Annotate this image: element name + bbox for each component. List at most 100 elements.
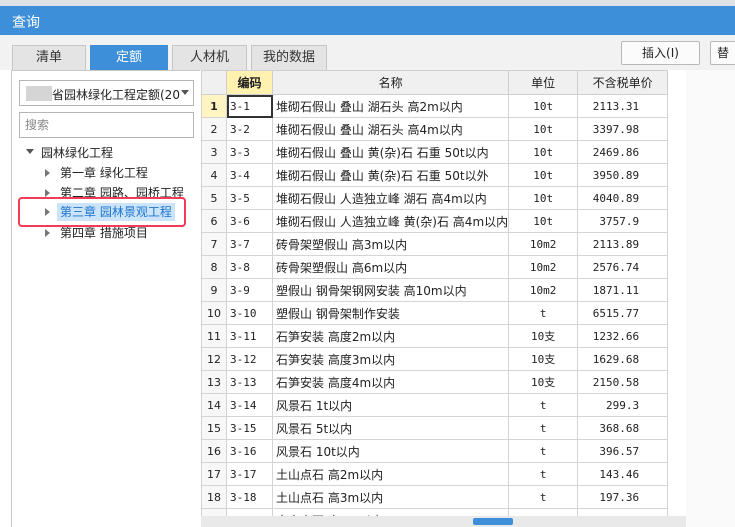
- table-row[interactable]: 3 3-3 堆砌石假山 叠山 黄(杂)石 石重 50t以内 10t 2469.86: [201, 140, 669, 164]
- row-number[interactable]: 11: [201, 324, 227, 348]
- table-row[interactable]: 1 3-1 堆砌石假山 叠山 湖石头 高2m以内 10t 2113.31: [201, 94, 669, 118]
- table-row[interactable]: 8 3-8 砖骨架塑假山 高6m以内 10m2 2576.74: [201, 255, 669, 279]
- cell-name[interactable]: 堆砌石假山 叠山 湖石头 高2m以内: [271, 94, 510, 118]
- cell-code[interactable]: 3-4: [226, 163, 273, 187]
- cell-name[interactable]: 塑假山 钢骨架钢网安装 高10m以内: [271, 278, 510, 302]
- table-row[interactable]: 16 3-16 风景石 10t以内 t 396.57: [201, 439, 669, 463]
- cell-code[interactable]: 3-16: [226, 439, 273, 463]
- cell-name[interactable]: 风景石 1t以内: [271, 393, 510, 417]
- cell-unit[interactable]: t: [508, 301, 579, 325]
- chevron-down-icon[interactable]: [181, 90, 189, 95]
- table-row[interactable]: 17 3-17 土山点石 高2m以内 t 143.46: [201, 462, 669, 486]
- row-number[interactable]: 12: [201, 347, 227, 371]
- cell-name[interactable]: 石笋安装 高度2m以内: [271, 324, 510, 348]
- cell-price[interactable]: 197.36: [577, 485, 669, 509]
- cell-unit[interactable]: 10m2: [508, 255, 579, 279]
- cell-unit[interactable]: 10t: [508, 94, 579, 118]
- cell-price[interactable]: 1871.11: [577, 278, 669, 302]
- cell-code[interactable]: 3-13: [226, 370, 273, 394]
- row-number[interactable]: 6: [201, 209, 227, 233]
- row-number[interactable]: 16: [201, 439, 227, 463]
- row-number[interactable]: 13: [201, 370, 227, 394]
- cell-code[interactable]: 3-11: [226, 324, 273, 348]
- cell-price[interactable]: 368.68: [577, 416, 669, 440]
- column-header-unit[interactable]: 单位: [508, 70, 579, 95]
- cell-name[interactable]: 堆砌石假山 叠山 黄(杂)石 石重 50t以外: [271, 163, 510, 187]
- row-number[interactable]: 17: [201, 462, 227, 486]
- cell-name[interactable]: 堆砌石假山 人造独立峰 黄(杂)石 高4m以内: [271, 209, 510, 233]
- cell-name[interactable]: 砖骨架塑假山 高6m以内: [271, 255, 510, 279]
- cell-unit[interactable]: 10m2: [508, 232, 579, 256]
- tab-my-data[interactable]: 我的数据: [251, 45, 327, 70]
- table-row[interactable]: 14 3-14 风景石 1t以内 t 299.3: [201, 393, 669, 417]
- table-row[interactable]: 2 3-2 堆砌石假山 叠山 湖石头 高4m以内 10t 3397.98: [201, 117, 669, 141]
- cell-unit[interactable]: 10t: [508, 186, 579, 210]
- tab-dinge[interactable]: 定额: [90, 45, 168, 70]
- cell-unit[interactable]: t: [508, 485, 579, 509]
- row-number[interactable]: 2: [201, 117, 227, 141]
- cell-price[interactable]: 2113.31: [577, 94, 669, 118]
- table-row[interactable]: 6 3-6 堆砌石假山 人造独立峰 黄(杂)石 高4m以内 10t 3757.9: [201, 209, 669, 233]
- cell-code[interactable]: 3-18: [226, 485, 273, 509]
- scrollbar-thumb[interactable]: [473, 518, 513, 525]
- table-row[interactable]: 12 3-12 石笋安装 高度3m以内 10支 1629.68: [201, 347, 669, 371]
- cell-code[interactable]: 3-6: [226, 209, 273, 233]
- cell-price[interactable]: 299.3: [577, 393, 669, 417]
- cell-code[interactable]: 3-2: [226, 117, 273, 141]
- cell-name[interactable]: 石笋安装 高度3m以内: [271, 347, 510, 371]
- cell-price[interactable]: 2150.58: [577, 370, 669, 394]
- cell-name[interactable]: 堆砌石假山 叠山 湖石头 高4m以内: [271, 117, 510, 141]
- horizontal-scrollbar[interactable]: [201, 516, 686, 527]
- tab-rencaiji[interactable]: 人材机: [172, 45, 247, 70]
- cell-unit[interactable]: 10支: [508, 347, 579, 371]
- table-row[interactable]: 5 3-5 堆砌石假山 人造独立峰 湖石 高4m以内 10t 4040.89: [201, 186, 669, 210]
- collapse-arrow-icon[interactable]: [45, 189, 50, 197]
- cell-price[interactable]: 1232.66: [577, 324, 669, 348]
- cell-price[interactable]: 143.46: [577, 462, 669, 486]
- cell-price[interactable]: 1629.68: [577, 347, 669, 371]
- cell-unit[interactable]: 10t: [508, 209, 579, 233]
- cell-name[interactable]: 风景石 5t以内: [271, 416, 510, 440]
- cell-unit[interactable]: t: [508, 462, 579, 486]
- row-number[interactable]: 18: [201, 485, 227, 509]
- cell-name[interactable]: 风景石 10t以内: [271, 439, 510, 463]
- cell-price[interactable]: 2576.74: [577, 255, 669, 279]
- replace-button[interactable]: 替: [710, 41, 735, 65]
- cell-code[interactable]: 3-9: [226, 278, 273, 302]
- cell-code[interactable]: 3-7: [226, 232, 273, 256]
- row-number[interactable]: 5: [201, 186, 227, 210]
- column-header-price[interactable]: 不含税单价: [577, 70, 669, 95]
- row-number[interactable]: 10: [201, 301, 227, 325]
- cell-unit[interactable]: t: [508, 393, 579, 417]
- table-row[interactable]: 18 3-18 土山点石 高3m以内 t 197.36: [201, 485, 669, 509]
- cell-price[interactable]: 2469.86: [577, 140, 669, 164]
- cell-name[interactable]: 堆砌石假山 人造独立峰 湖石 高4m以内: [271, 186, 510, 210]
- cell-unit[interactable]: 10t: [508, 140, 579, 164]
- table-row[interactable]: 10 3-10 塑假山 钢骨架制作安装 t 6515.77: [201, 301, 669, 325]
- cell-code[interactable]: 3-17: [226, 462, 273, 486]
- cell-code[interactable]: 3-3: [226, 140, 273, 164]
- cell-code[interactable]: 3-15: [226, 416, 273, 440]
- cell-name[interactable]: 塑假山 钢骨架制作安装: [271, 301, 510, 325]
- cell-price[interactable]: 3757.9: [577, 209, 669, 233]
- expand-arrow-icon[interactable]: [26, 149, 34, 154]
- cell-price[interactable]: 6515.77: [577, 301, 669, 325]
- table-row[interactable]: 11 3-11 石笋安装 高度2m以内 10支 1232.66: [201, 324, 669, 348]
- cell-name[interactable]: 石笋安装 高度4m以内: [271, 370, 510, 394]
- cell-unit[interactable]: 10t: [508, 117, 579, 141]
- cell-code[interactable]: 3-5: [226, 186, 273, 210]
- row-number[interactable]: 3: [201, 140, 227, 164]
- insert-button[interactable]: 插入(I): [621, 41, 700, 65]
- table-row[interactable]: 9 3-9 塑假山 钢骨架钢网安装 高10m以内 10m2 1871.11: [201, 278, 669, 302]
- row-number[interactable]: 14: [201, 393, 227, 417]
- cell-code[interactable]: 3-12: [226, 347, 273, 371]
- cell-price[interactable]: 2113.89: [577, 232, 669, 256]
- library-select[interactable]: 省园林绿化工程定额(20: [19, 80, 194, 106]
- row-number[interactable]: 9: [201, 278, 227, 302]
- cell-unit[interactable]: 10m2: [508, 278, 579, 302]
- column-header-name[interactable]: 名称: [271, 70, 510, 95]
- row-number[interactable]: 1: [201, 94, 227, 118]
- collapse-arrow-icon[interactable]: [45, 229, 50, 237]
- cell-code[interactable]: 3-14: [226, 393, 273, 417]
- cell-name[interactable]: 土山点石 高3m以内: [271, 485, 510, 509]
